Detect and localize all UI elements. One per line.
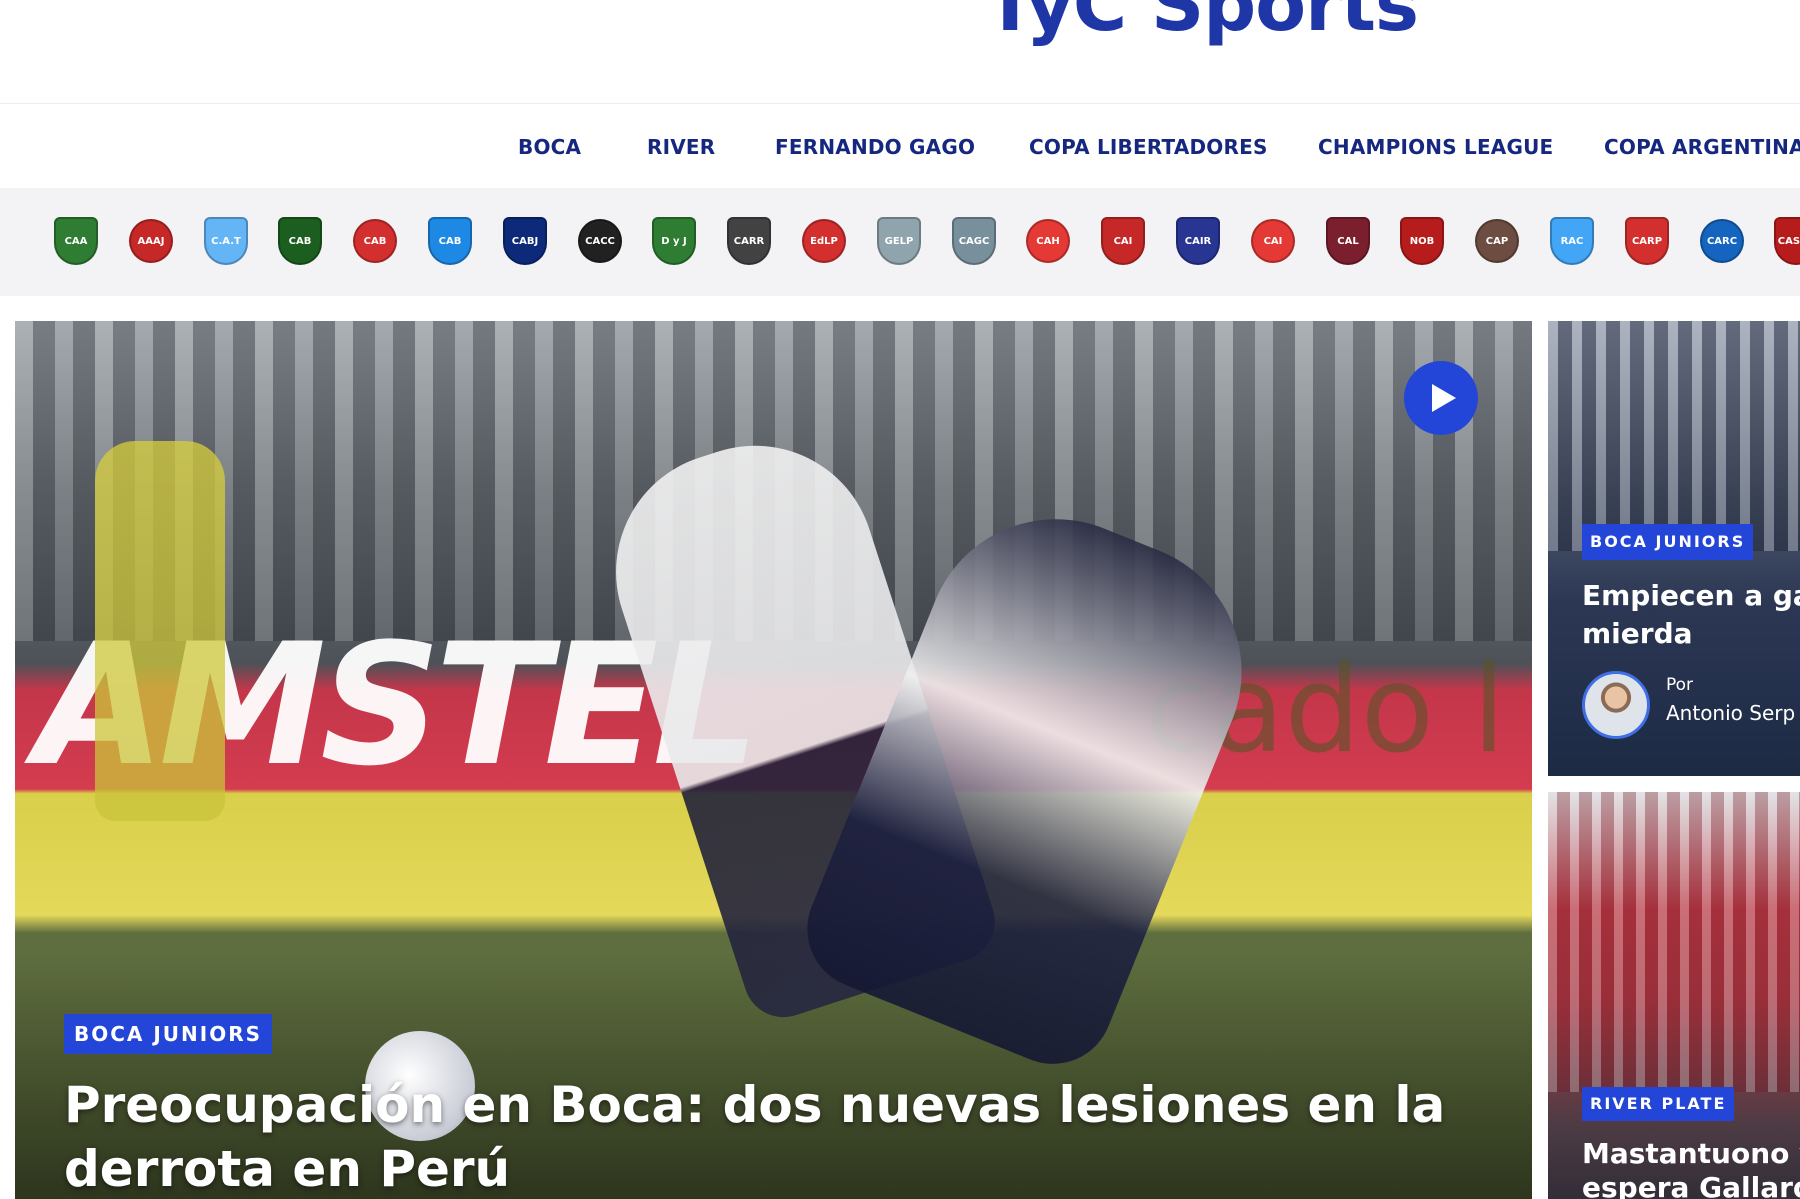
author-name[interactable]: Antonio Serp [1666, 701, 1795, 725]
team-crest-icon: CAB [278, 217, 322, 265]
play-video-button[interactable] [1404, 361, 1478, 435]
team-crest-14[interactable]: CAI [1099, 214, 1147, 268]
team-crest-icon: CAIR [1176, 217, 1220, 265]
team-crest-18[interactable]: NOB [1398, 214, 1446, 268]
team-crest-icon: NOB [1400, 217, 1444, 265]
team-crest-0[interactable]: CAA [52, 214, 100, 268]
team-crest-11[interactable]: GELP [875, 214, 923, 268]
side-story-2-tag[interactable]: RIVER PLATE [1582, 1087, 1735, 1121]
team-crest-1[interactable]: AAAJ [127, 214, 175, 268]
side-story-1-title[interactable]: Empiecen a ga mierda [1582, 577, 1800, 653]
nav-item-copa-argentina[interactable]: COPA ARGENTINA [1604, 135, 1800, 159]
team-crest-icon: EdLP [802, 219, 846, 263]
side-story-2-title[interactable]: Mastantuono y espera Gallardo [1582, 1137, 1800, 1199]
team-crest-4[interactable]: CAB [351, 214, 399, 268]
team-crest-6[interactable]: CABJ [501, 214, 549, 268]
site-logo[interactable]: TyC Sports [985, 0, 1419, 42]
side-story-2-image [1548, 792, 1800, 1092]
team-crest-8[interactable]: D y J [650, 214, 698, 268]
nav-item-fernando-gago[interactable]: FERNANDO GAGO [775, 135, 975, 159]
team-crest-5[interactable]: CAB [426, 214, 474, 268]
byline-prefix: Por [1666, 675, 1694, 695]
side-story-card-1[interactable]: BOCA JUNIORS Empiecen a ga mierda Por An… [1548, 321, 1800, 776]
team-crest-icon: CARP [1625, 217, 1669, 265]
author-avatar [1582, 671, 1650, 739]
team-crest-icon: CAI [1101, 217, 1145, 265]
team-crest-15[interactable]: CAIR [1174, 214, 1222, 268]
team-crest-icon: CAGC [952, 217, 996, 265]
side-story-card-2[interactable]: RIVER PLATE Mastantuono y espera Gallard… [1548, 792, 1800, 1199]
side-story-1-image [1548, 321, 1800, 551]
team-crest-icon: CABJ [503, 217, 547, 265]
team-crest-icon: RAC [1550, 217, 1594, 265]
team-crest-7[interactable]: CACC [576, 214, 624, 268]
team-crest-icon: CARR [727, 217, 771, 265]
site-header: TyC Sports [0, 0, 1800, 104]
team-crest-icon: CAP [1475, 219, 1519, 263]
team-crest-icon: C.A.T [204, 217, 248, 265]
team-crest-icon: CASLA [1774, 217, 1800, 265]
main-story-tag[interactable]: BOCA JUNIORS [64, 1014, 273, 1054]
team-crest-icon: GELP [877, 217, 921, 265]
team-crest-20[interactable]: RAC [1548, 214, 1596, 268]
team-crest-9[interactable]: CARR [725, 214, 773, 268]
team-crest-icon: CAL [1326, 217, 1370, 265]
team-crest-12[interactable]: CAGC [950, 214, 998, 268]
team-crest-3[interactable]: CAB [276, 214, 324, 268]
team-crest-icon: CARC [1700, 219, 1744, 263]
team-crest-19[interactable]: CAP [1473, 214, 1521, 268]
team-crest-16[interactable]: CAI [1249, 214, 1297, 268]
team-crest-10[interactable]: EdLP [800, 214, 848, 268]
team-crest-icon: D y J [652, 217, 696, 265]
team-crest-icon: CAI [1251, 219, 1295, 263]
nav-item-boca[interactable]: BOCA [518, 135, 581, 159]
side-story-1-tag[interactable]: BOCA JUNIORS [1582, 524, 1754, 560]
goalkeeper-figure [95, 441, 225, 821]
team-crest-23[interactable]: CASLA [1772, 214, 1800, 268]
team-crest-icon: CAA [54, 217, 98, 265]
nav-item-river[interactable]: RIVER [647, 135, 715, 159]
play-icon [1432, 384, 1456, 412]
team-crest-22[interactable]: CARC [1698, 214, 1746, 268]
team-crest-17[interactable]: CAL [1324, 214, 1372, 268]
team-crest-icon: CAB [353, 219, 397, 263]
main-nav: BOCA RIVER FERNANDO GAGO COPA LIBERTADOR… [0, 105, 1800, 187]
team-crest-strip: CAA AAAJ C.A.T CAB CAB CAB CABJ CACC D y J CARR Ed… [0, 188, 1800, 296]
team-crest-icon: CAB [428, 217, 472, 265]
nav-item-copa-libertadores[interactable]: COPA LIBERTADORES [1029, 135, 1268, 159]
team-crest-21[interactable]: CARP [1623, 214, 1671, 268]
main-story-headline[interactable]: Preocupación en Boca: dos nuevas lesione… [64, 1073, 1504, 1199]
team-crest-icon: CACC [578, 219, 622, 263]
team-crest-icon: CAH [1026, 219, 1070, 263]
nav-item-champions-league[interactable]: CHAMPIONS LEAGUE [1318, 135, 1553, 159]
main-story-card[interactable]: AMSTEL cado l BOCA JUNIORS Preocupación … [15, 321, 1532, 1199]
team-crest-2[interactable]: C.A.T [202, 214, 250, 268]
team-crest-icon: AAAJ [129, 219, 173, 263]
team-crest-13[interactable]: CAH [1024, 214, 1072, 268]
